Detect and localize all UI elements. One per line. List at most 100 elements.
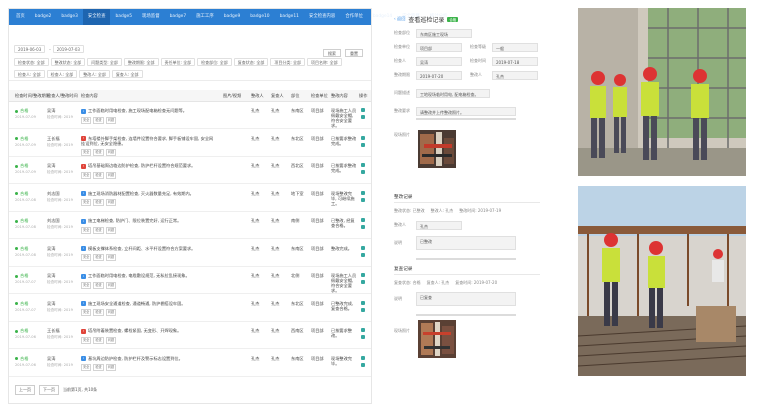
view-icon[interactable] xyxy=(361,135,365,140)
filter-select[interactable]: 项目分类: 全部 xyxy=(270,58,305,66)
tag[interactable]: 问题 xyxy=(105,171,117,179)
tag[interactable]: 检查 xyxy=(93,226,104,234)
tag[interactable]: 安全 xyxy=(81,336,92,344)
edit-icon[interactable] xyxy=(361,280,365,284)
table-row[interactable]: 合格 2019-07-08 刘志国 检查时间: 2019 i 施工电梯检查, 防护… xyxy=(9,213,371,239)
view-icon[interactable] xyxy=(361,108,365,112)
tag[interactable]: 问题 xyxy=(105,364,117,371)
tag[interactable]: 问题 xyxy=(105,281,117,289)
tag[interactable]: 检查 xyxy=(93,199,104,206)
note-cell: 已按要求整改完成。 xyxy=(331,135,357,146)
table-row[interactable]: 合格 2019-07-06 王长福 检查时间: 2019 ! 塔吊附着装置检查, … xyxy=(9,323,371,349)
view-icon[interactable] xyxy=(361,355,365,360)
tag[interactable]: 安全 xyxy=(81,199,92,206)
nav-item[interactable]: badge11 xyxy=(275,9,304,25)
tag[interactable]: 检查 xyxy=(93,281,104,289)
view-icon[interactable] xyxy=(361,218,365,222)
scroll-bar[interactable] xyxy=(416,118,516,120)
tag[interactable]: 安全 xyxy=(81,364,92,371)
table-row[interactable]: 合格 2019-07-09 吴涛 检查时间: 2019 i 工作面临时用电检查, … xyxy=(9,103,371,129)
edit-icon[interactable] xyxy=(361,307,365,312)
tag[interactable]: 问题 xyxy=(105,336,117,344)
table-row[interactable]: 合格 2019-07-09 吴涛 检查时间: 2019 ! 塔吊基础周边临边防护检… xyxy=(9,158,371,184)
nav-item[interactable]: badge3 xyxy=(56,9,83,25)
filter-select[interactable]: 复查状态: 全部 xyxy=(233,58,269,66)
view-icon[interactable] xyxy=(361,163,365,167)
filter-select[interactable]: 整改状态: 全部 xyxy=(50,58,86,66)
filter-select[interactable]: 检查人: 全部 xyxy=(14,70,45,78)
tag[interactable]: 问题 xyxy=(105,254,117,261)
edit-icon[interactable] xyxy=(361,252,365,257)
view-icon[interactable] xyxy=(361,300,365,305)
filter-select[interactable]: 整改人: 全部 xyxy=(79,70,110,78)
filter-select[interactable]: 检查人: 全部 xyxy=(46,70,78,78)
tag[interactable]: 问题 xyxy=(105,199,117,206)
nav-item[interactable]: 现场监督 xyxy=(137,9,165,25)
edit-icon[interactable] xyxy=(361,142,365,147)
search-button[interactable]: 搜索 xyxy=(323,49,341,57)
tag[interactable]: 检查 xyxy=(93,149,104,156)
filter-select[interactable]: 检查部位: 全部 xyxy=(197,58,232,66)
view-icon[interactable] xyxy=(361,328,365,332)
tag[interactable]: 问题 xyxy=(105,309,117,316)
nav-item[interactable]: 安全检查 xyxy=(82,9,111,25)
table-row[interactable]: 合格 2019-07-07 吴涛 检查时间: 2019 i 施工现场安全通道检查,… xyxy=(9,296,371,322)
tag[interactable]: 检查 xyxy=(93,254,104,261)
nav-item[interactable]: badge10 xyxy=(245,9,274,25)
filter-select[interactable]: 问题类型: 全部 xyxy=(87,58,122,66)
tag[interactable]: 检查 xyxy=(93,171,104,179)
tag[interactable]: 安全 xyxy=(81,226,92,234)
reset-button[interactable]: 重置 xyxy=(345,49,363,57)
view-icon[interactable] xyxy=(361,190,365,195)
nav-item[interactable]: 合作单位 xyxy=(340,9,368,25)
tag[interactable]: 安全 xyxy=(81,281,92,289)
table-row[interactable]: 合格 2019-07-07 吴涛 检查时间: 2019 i 工作面临时用电检查, … xyxy=(9,268,371,294)
tag[interactable]: 安全 xyxy=(81,309,92,316)
filter-select[interactable]: 整改期限: 全部 xyxy=(123,58,159,66)
nav-item[interactable]: 施工工序 xyxy=(191,9,219,25)
site-photo-thumbnail[interactable] xyxy=(418,130,456,168)
tag[interactable]: 检查 xyxy=(93,364,104,371)
table-row[interactable]: 合格 2019-07-09 王长福 检查时间: 2019 ! 东塔楼外脚手架检查,… xyxy=(9,131,371,157)
nav-item[interactable]: badge7 xyxy=(165,9,192,25)
tag[interactable]: 问题 xyxy=(105,226,117,234)
filter-select[interactable]: 检查状态: 全部 xyxy=(14,58,49,66)
edit-icon[interactable] xyxy=(361,335,365,339)
date-from-input[interactable]: 2019-06-03 xyxy=(14,45,46,53)
tag[interactable]: 检查 xyxy=(93,116,104,124)
tag[interactable]: 安全 xyxy=(81,171,92,179)
tag[interactable]: 安全 xyxy=(81,149,92,156)
recheck-photo-thumbnail[interactable] xyxy=(418,320,456,358)
edit-icon[interactable] xyxy=(361,115,365,119)
tag[interactable]: 问题 xyxy=(105,116,117,124)
edit-icon[interactable] xyxy=(361,197,365,202)
tag[interactable]: 检查 xyxy=(93,309,104,316)
tag[interactable]: 安全 xyxy=(81,116,92,124)
table-row[interactable]: 合格 2019-07-08 刘志国 检查时间: 2019 i 施工现场消防器材配置… xyxy=(9,186,371,212)
date-to-input[interactable]: 2019-07-03 xyxy=(52,45,84,53)
view-icon[interactable] xyxy=(361,273,365,277)
table-row[interactable]: 合格 2019-07-08 吴涛 检查时间: 2019 i 模板支撑体系检查, 立… xyxy=(9,241,371,267)
scroll-bar-3[interactable] xyxy=(416,314,516,316)
nav-item[interactable]: badge14 xyxy=(368,9,397,25)
nav-item[interactable]: 安全检查内容 xyxy=(304,9,340,25)
edit-icon[interactable] xyxy=(361,362,365,367)
scroll-bar-2[interactable] xyxy=(416,258,516,260)
back-link[interactable]: ‹ 返回 xyxy=(394,16,405,22)
tag[interactable]: 检查 xyxy=(93,336,104,344)
table-row[interactable]: 合格 2019-07-06 吴涛 检查时间: 2019 i 基坑周边防护检查, 防… xyxy=(9,351,371,377)
filter-select[interactable]: 责任单位: 全部 xyxy=(160,58,196,66)
nav-item[interactable]: badge5 xyxy=(110,9,137,25)
prev-page-button[interactable]: 上一页 xyxy=(15,385,35,395)
nav-item[interactable]: badge9 xyxy=(219,9,246,25)
filter-select[interactable]: 项目名称: 全部 xyxy=(307,58,342,66)
edit-icon[interactable] xyxy=(361,170,365,174)
nav-item[interactable]: 首页 xyxy=(11,9,30,25)
next-page-button[interactable]: 下一页 xyxy=(39,385,59,395)
nav-item[interactable]: badge2 xyxy=(30,9,57,25)
tag[interactable]: 问题 xyxy=(105,149,117,156)
edit-icon[interactable] xyxy=(361,225,365,229)
filter-select[interactable]: 复查人: 全部 xyxy=(111,70,143,78)
tag[interactable]: 安全 xyxy=(81,254,92,261)
view-icon[interactable] xyxy=(361,245,365,250)
